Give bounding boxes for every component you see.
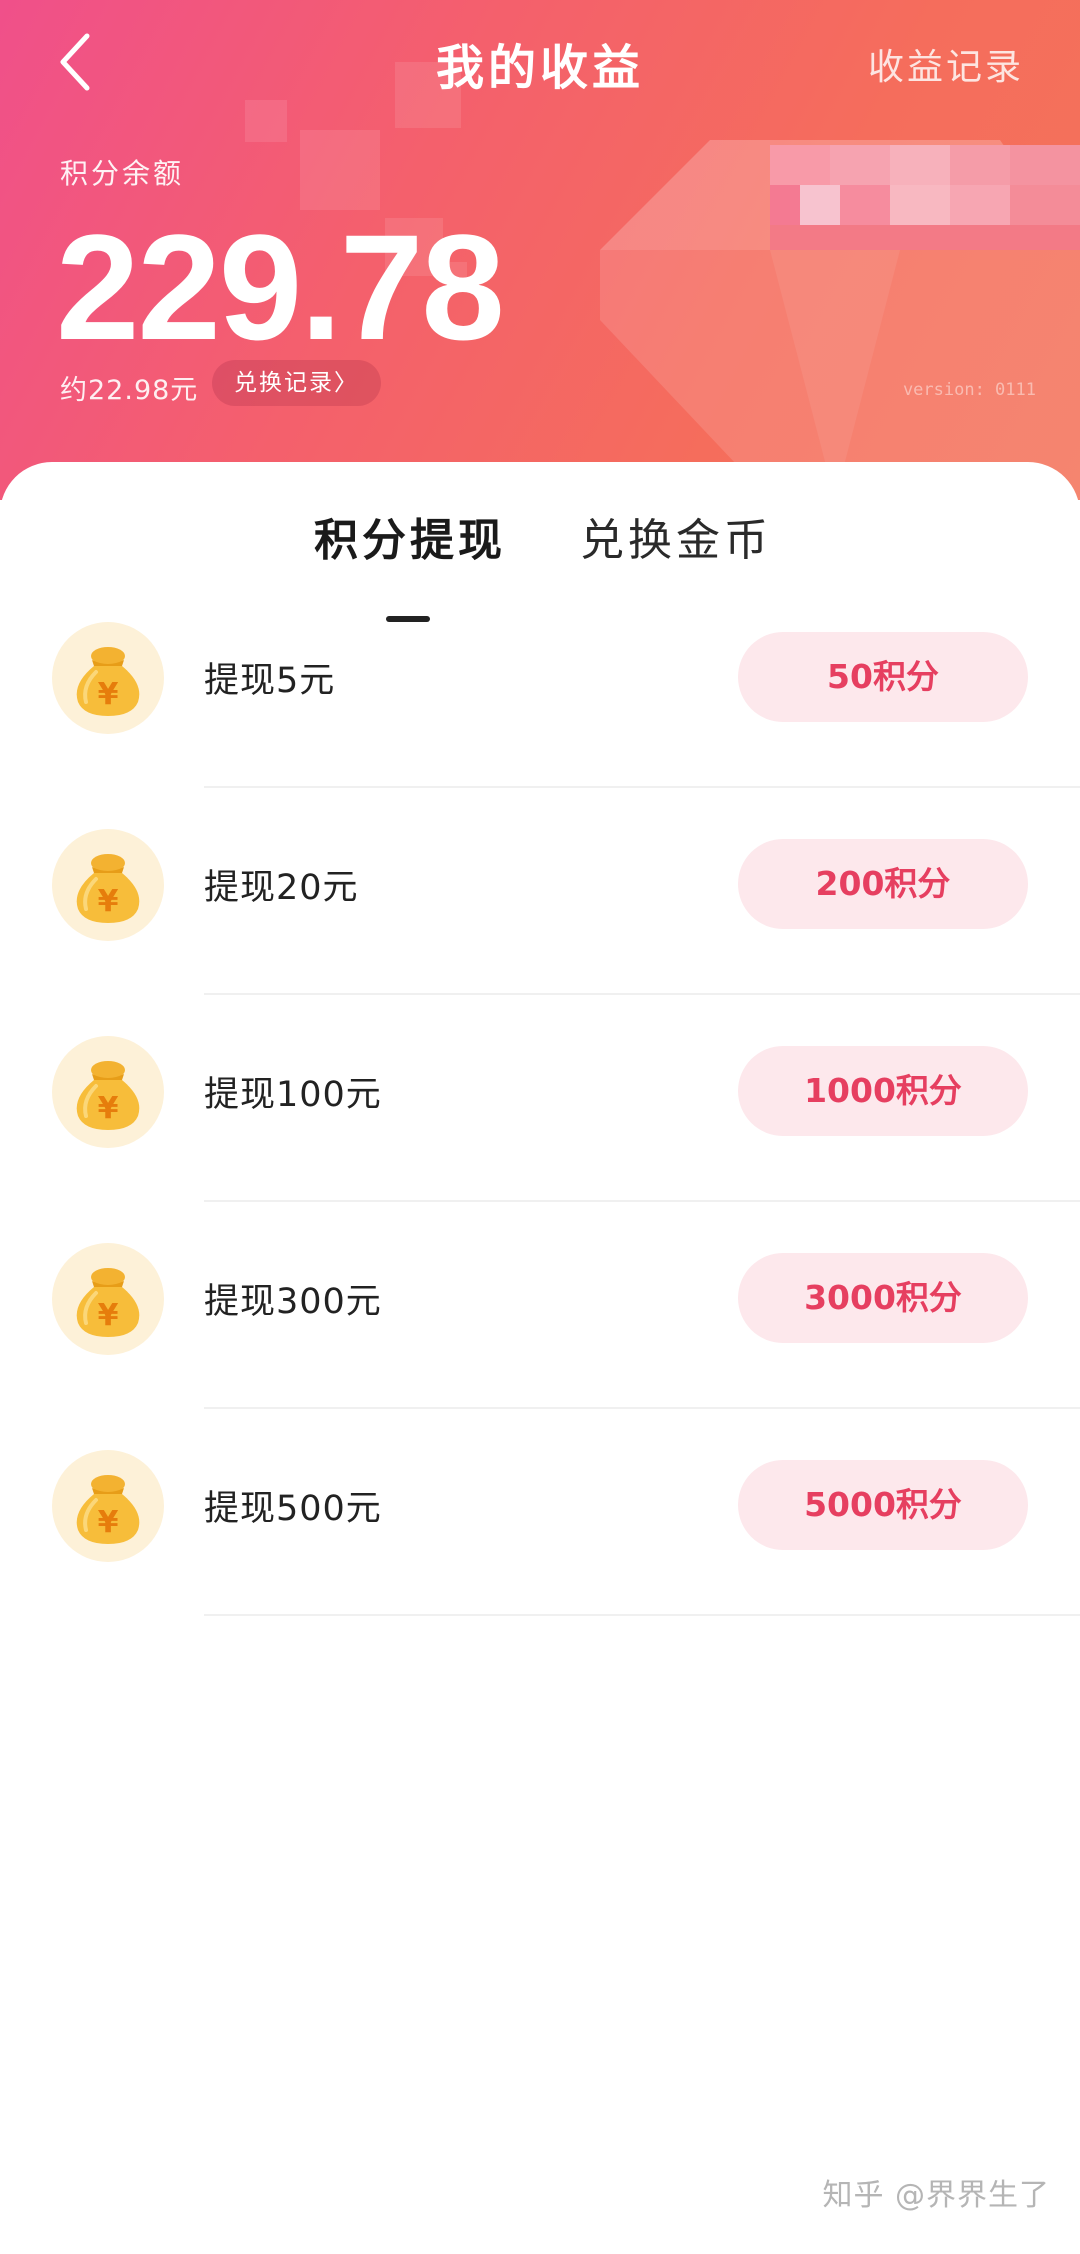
decor-square	[245, 100, 287, 142]
withdraw-amount-label: 提现5元	[204, 661, 336, 701]
divider	[204, 993, 1080, 995]
tab-points-withdraw[interactable]: 积分提现	[314, 504, 506, 568]
tab-bar: 积分提现 兑换金币	[0, 504, 1080, 622]
redeem-button[interactable]: 3000积分	[738, 1253, 1028, 1343]
redeem-button[interactable]: 1000积分	[738, 1046, 1028, 1136]
svg-text:¥: ¥	[98, 1091, 119, 1126]
watermark: 知乎 @界界生了	[822, 2178, 1050, 2213]
exchange-record-button[interactable]: 兑换记录〉	[212, 360, 381, 406]
balance-label: 积分余额	[60, 157, 185, 190]
divider	[204, 1200, 1080, 1202]
divider	[204, 786, 1080, 788]
list-item: ¥ 提现20元 200积分	[0, 829, 1080, 1036]
svg-text:¥: ¥	[98, 677, 119, 712]
withdraw-amount-label: 提现20元	[204, 868, 359, 908]
svg-text:¥: ¥	[98, 884, 119, 919]
money-bag-icon: ¥	[52, 622, 164, 734]
approx-cash-value: 约22.98元	[60, 375, 199, 406]
blurred-region	[770, 145, 1080, 250]
redeem-button[interactable]: 5000积分	[738, 1460, 1028, 1550]
list-item: ¥ 提现5元 50积分	[0, 622, 1080, 829]
decor-square	[300, 130, 380, 210]
money-bag-icon: ¥	[52, 829, 164, 941]
redeem-button[interactable]: 50积分	[738, 632, 1028, 722]
content-card: 积分提现 兑换金币 ¥ 提现5元 50积分 ¥ 提现20元 200积分 ¥ 提现…	[0, 462, 1080, 2254]
redeem-button[interactable]: 200积分	[738, 839, 1028, 929]
list-item: ¥ 提现100元 1000积分	[0, 1036, 1080, 1243]
withdraw-amount-label: 提现500元	[204, 1489, 382, 1529]
money-bag-icon: ¥	[52, 1450, 164, 1562]
money-bag-icon: ¥	[52, 1036, 164, 1148]
withdraw-amount-label: 提现300元	[204, 1282, 382, 1322]
version-text: version: 0111	[902, 380, 1036, 400]
svg-text:¥: ¥	[98, 1298, 119, 1333]
balance-value: 229.78	[56, 203, 505, 371]
withdraw-amount-label: 提现100元	[204, 1075, 382, 1115]
withdraw-list: ¥ 提现5元 50积分 ¥ 提现20元 200积分 ¥ 提现100元 1000积…	[0, 622, 1080, 1657]
divider	[204, 1407, 1080, 1409]
list-item: ¥ 提现300元 3000积分	[0, 1243, 1080, 1450]
money-bag-icon: ¥	[52, 1243, 164, 1355]
earnings-record-link[interactable]: 收益记录	[868, 38, 1024, 90]
tab-exchange-coins[interactable]: 兑换金币	[580, 504, 772, 568]
svg-text:¥: ¥	[98, 1505, 119, 1540]
divider	[204, 1614, 1080, 1616]
list-item: ¥ 提现500元 5000积分	[0, 1450, 1080, 1657]
header-banner: 我的收益 收益记录 积分余额 229.78 约22.98元 兑换记录〉 vers…	[0, 0, 1080, 500]
